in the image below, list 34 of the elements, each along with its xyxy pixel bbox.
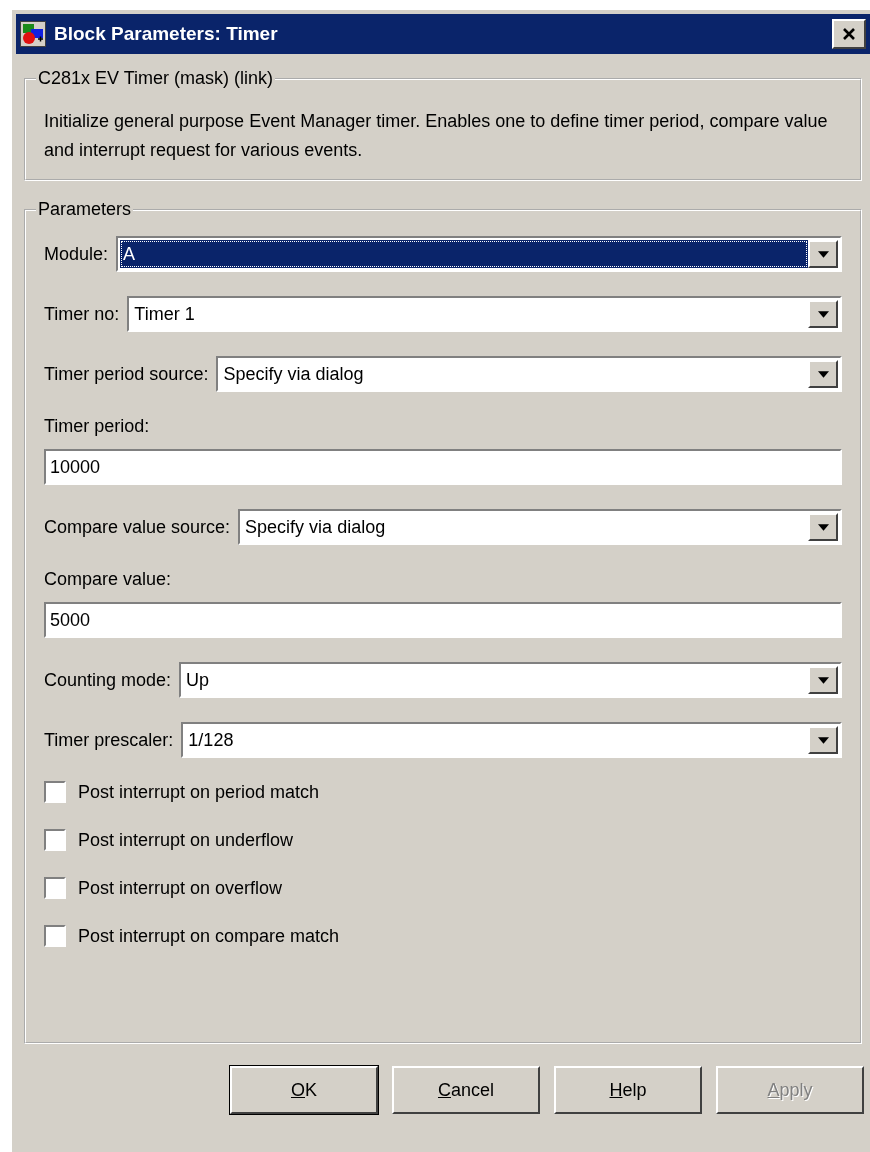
app-icon xyxy=(20,21,46,47)
checkbox[interactable] xyxy=(44,925,66,947)
dropdown[interactable]: Up xyxy=(179,662,842,698)
input-field[interactable]: 10000 xyxy=(44,449,842,485)
dropdown[interactable]: 1/128 xyxy=(181,722,842,758)
checkbox-label: Post interrupt on period match xyxy=(78,781,320,803)
field-label: Timer period: xyxy=(44,416,151,437)
checkbox[interactable] xyxy=(44,829,66,851)
field-label: Module: xyxy=(44,243,109,265)
close-icon[interactable] xyxy=(842,27,856,41)
input-field[interactable]: 5000 xyxy=(44,602,842,638)
field-label: Compare value source: xyxy=(44,516,231,538)
description-text: Initialize general purpose Event Manager timer. Enables one to define timer period, compare value and interrupt request for various events. xyxy=(44,110,829,162)
window-title: Block Parameters: Timer xyxy=(54,23,279,45)
dropdown[interactable]: Specify via dialog xyxy=(238,509,842,545)
dropdown[interactable]: A xyxy=(116,236,842,272)
checkbox-label: Post interrupt on overflow xyxy=(78,877,283,899)
checkbox-label: Post interrupt on underflow xyxy=(78,829,294,851)
dialog-button[interactable]: Help xyxy=(554,1066,702,1114)
group-title: Parameters xyxy=(37,199,133,220)
field-label: Counting mode: xyxy=(44,669,172,691)
field-label: Timer period source: xyxy=(44,363,209,385)
field-label: Compare value: xyxy=(44,569,173,590)
checkbox-label: Post interrupt on compare match xyxy=(78,925,340,947)
field-label: Timer prescaler: xyxy=(44,729,174,751)
dropdown[interactable]: Timer 1 xyxy=(127,296,842,332)
close-button[interactable] xyxy=(832,19,866,49)
dialog-button[interactable]: OK xyxy=(230,1066,378,1114)
dropdown[interactable]: Specify via dialog xyxy=(216,356,842,392)
field-label: Timer no: xyxy=(44,303,120,325)
checkbox[interactable] xyxy=(44,877,66,899)
checkbox[interactable] xyxy=(44,781,66,803)
dialog-button[interactable]: Cancel xyxy=(392,1066,540,1114)
group-title: C281x EV Timer (mask) (link) xyxy=(37,68,275,89)
